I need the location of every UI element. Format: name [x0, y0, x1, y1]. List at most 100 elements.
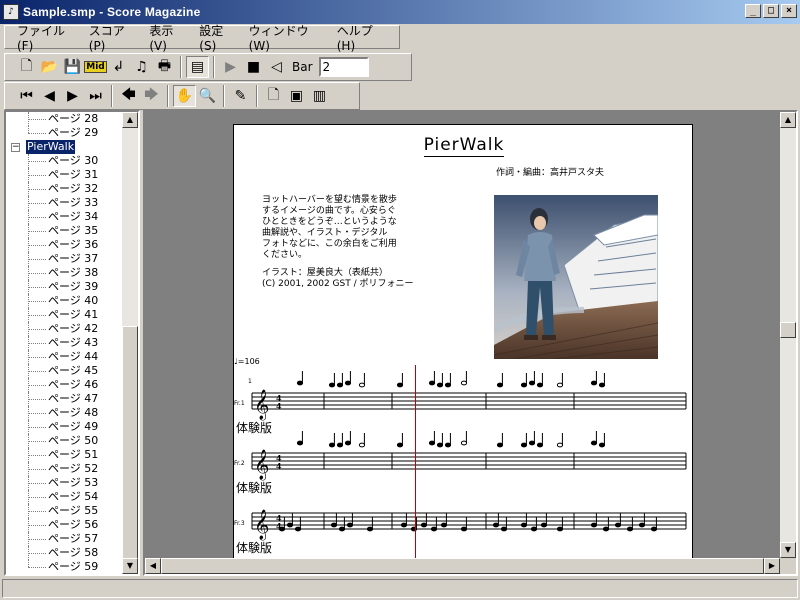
- menu-view[interactable]: 表示(V): [149, 22, 189, 53]
- tree-item[interactable]: ページ 35: [6, 224, 124, 238]
- note-head: [520, 442, 528, 448]
- music-note-button[interactable]: ♫: [130, 56, 153, 78]
- minimize-button[interactable]: _: [745, 4, 761, 18]
- scroll-left-icon[interactable]: ◀: [145, 558, 161, 574]
- tree-item[interactable]: ページ 56: [6, 518, 124, 532]
- scroll-up-icon[interactable]: ▲: [780, 112, 796, 128]
- tree-scrollbar[interactable]: ▲ ▼: [122, 112, 138, 574]
- tree-item[interactable]: ページ 30: [6, 154, 124, 168]
- back-button[interactable]: 🡄: [117, 85, 140, 107]
- tree-item[interactable]: ページ 44: [6, 350, 124, 364]
- staff-2: [251, 452, 687, 470]
- tree-item[interactable]: ページ 34: [6, 210, 124, 224]
- tree-item[interactable]: ページ 28: [6, 112, 124, 126]
- score-page[interactable]: PierWalk 作詞・編曲：高井戸スタ夫 ヨットハーバーを望む情景を散歩 する…: [233, 124, 693, 576]
- svg-text:𝄞: 𝄞: [254, 449, 269, 481]
- staff-1: [251, 392, 687, 410]
- scroll-down-icon[interactable]: ▼: [780, 542, 796, 558]
- tree-item[interactable]: ページ 32: [6, 182, 124, 196]
- continuous-page-button[interactable]: ▥: [308, 85, 331, 107]
- note-head: [520, 522, 528, 528]
- first-page-button[interactable]: ⏮: [15, 85, 38, 107]
- open-folder-button[interactable]: 📂: [38, 56, 61, 78]
- measure-number: 1: [248, 378, 252, 385]
- last-page-button[interactable]: ⏭: [84, 85, 107, 107]
- page-view-button[interactable]: ▤: [186, 56, 209, 78]
- tree-item[interactable]: ページ 57: [6, 532, 124, 546]
- playback-cursor[interactable]: [415, 365, 416, 574]
- tree-item[interactable]: ページ 29: [6, 126, 124, 140]
- tree-item[interactable]: ページ 40: [6, 294, 124, 308]
- music-staves[interactable]: 𝄞 𝄞 𝄞 44 44 44 1 Fr.1 Fr.2 Fr.3: [234, 365, 693, 576]
- app-icon[interactable]: ♪: [3, 4, 19, 20]
- tree-item[interactable]: ページ 55: [6, 504, 124, 518]
- page-tree[interactable]: ページ 28 ページ 29 − PierWalk ページ 30 ページ 31 ページ …: [4, 110, 140, 576]
- tree-item[interactable]: ページ 49: [6, 420, 124, 434]
- bar-number-input[interactable]: 2: [318, 57, 369, 77]
- part-label-1: Fr.1: [234, 400, 245, 407]
- tree-item[interactable]: ページ 54: [6, 490, 124, 504]
- forward-button[interactable]: 🡆: [140, 85, 163, 107]
- note-head: [638, 522, 646, 528]
- tree-item[interactable]: ページ 38: [6, 266, 124, 280]
- tree-item[interactable]: ページ 33: [6, 196, 124, 210]
- facing-page-button[interactable]: ▣: [285, 85, 308, 107]
- import-button[interactable]: ↲: [107, 56, 130, 78]
- print-button[interactable]: 🖶: [153, 56, 176, 78]
- window-title: Sample.smp - Score Magazine: [23, 5, 201, 19]
- menu-file[interactable]: ファイル(F): [17, 22, 79, 53]
- tree-item[interactable]: ページ 58: [6, 546, 124, 560]
- note-head: [460, 440, 468, 446]
- tree-item[interactable]: ページ 59: [6, 560, 124, 574]
- title-bar[interactable]: ♪ Sample.smp - Score Magazine _ □ ×: [0, 0, 800, 24]
- score-horizontal-scrollbar[interactable]: ◀ ▶: [145, 558, 780, 574]
- score-vscroll-thumb[interactable]: [780, 322, 796, 338]
- tree-item[interactable]: ページ 51: [6, 448, 124, 462]
- zoom-button[interactable]: 🔍: [196, 85, 219, 107]
- note-head: [500, 526, 508, 532]
- menu-settings[interactable]: 設定(S): [199, 22, 238, 53]
- tree-item[interactable]: ページ 45: [6, 364, 124, 378]
- scroll-down-icon[interactable]: ▼: [122, 558, 138, 574]
- tree-item[interactable]: ページ 41: [6, 308, 124, 322]
- tree-item[interactable]: ページ 47: [6, 392, 124, 406]
- tree-scroll-thumb[interactable]: [122, 326, 138, 560]
- tree-item[interactable]: ページ 42: [6, 322, 124, 336]
- pick-tool-button[interactable]: ✎: [229, 85, 252, 107]
- single-page-button[interactable]: 🗋: [262, 85, 285, 107]
- score-hscroll-thumb[interactable]: [161, 558, 764, 574]
- close-button[interactable]: ×: [781, 4, 797, 18]
- hand-tool-button[interactable]: ✋: [173, 85, 196, 107]
- tree-item[interactable]: ページ 50: [6, 434, 124, 448]
- tree-item[interactable]: ページ 53: [6, 476, 124, 490]
- prev-page-button[interactable]: ◀: [38, 85, 61, 107]
- next-page-button[interactable]: ▶: [61, 85, 84, 107]
- note-head: [294, 526, 302, 532]
- stop-button[interactable]: ■: [242, 56, 265, 78]
- collapse-icon[interactable]: −: [11, 143, 20, 152]
- tree-item[interactable]: ページ 37: [6, 252, 124, 266]
- score-vertical-scrollbar[interactable]: ▲ ▼: [780, 112, 796, 558]
- tree-item[interactable]: ページ 39: [6, 280, 124, 294]
- cover-illustration: [494, 195, 658, 359]
- new-file-button[interactable]: 🗋: [15, 56, 38, 78]
- scroll-right-icon[interactable]: ▶: [764, 558, 780, 574]
- tree-item[interactable]: ページ 31: [6, 168, 124, 182]
- menu-window[interactable]: ウィンドウ(W): [249, 22, 327, 53]
- score-view[interactable]: PierWalk 作詞・編曲：高井戸スタ夫 ヨットハーバーを望む情景を散歩 する…: [143, 110, 798, 576]
- tree-item[interactable]: ページ 46: [6, 378, 124, 392]
- menu-score[interactable]: スコア(P): [89, 22, 140, 53]
- tree-item[interactable]: ページ 52: [6, 462, 124, 476]
- tree-item[interactable]: ページ 43: [6, 336, 124, 350]
- tree-item[interactable]: ページ 36: [6, 238, 124, 252]
- menu-help[interactable]: ヘルプ(H): [337, 22, 389, 53]
- play-button[interactable]: ▶: [219, 56, 242, 78]
- save-button[interactable]: 💾: [61, 56, 84, 78]
- midi-export-button[interactable]: Mid: [84, 56, 107, 78]
- tree-item[interactable]: ページ 48: [6, 406, 124, 420]
- maximize-button[interactable]: □: [763, 4, 779, 18]
- tree-group-pierwalk[interactable]: − PierWalk: [6, 140, 124, 154]
- volume-button[interactable]: ◁: [265, 56, 288, 78]
- part-label-2: Fr.2: [234, 460, 245, 467]
- scroll-up-icon[interactable]: ▲: [122, 112, 138, 128]
